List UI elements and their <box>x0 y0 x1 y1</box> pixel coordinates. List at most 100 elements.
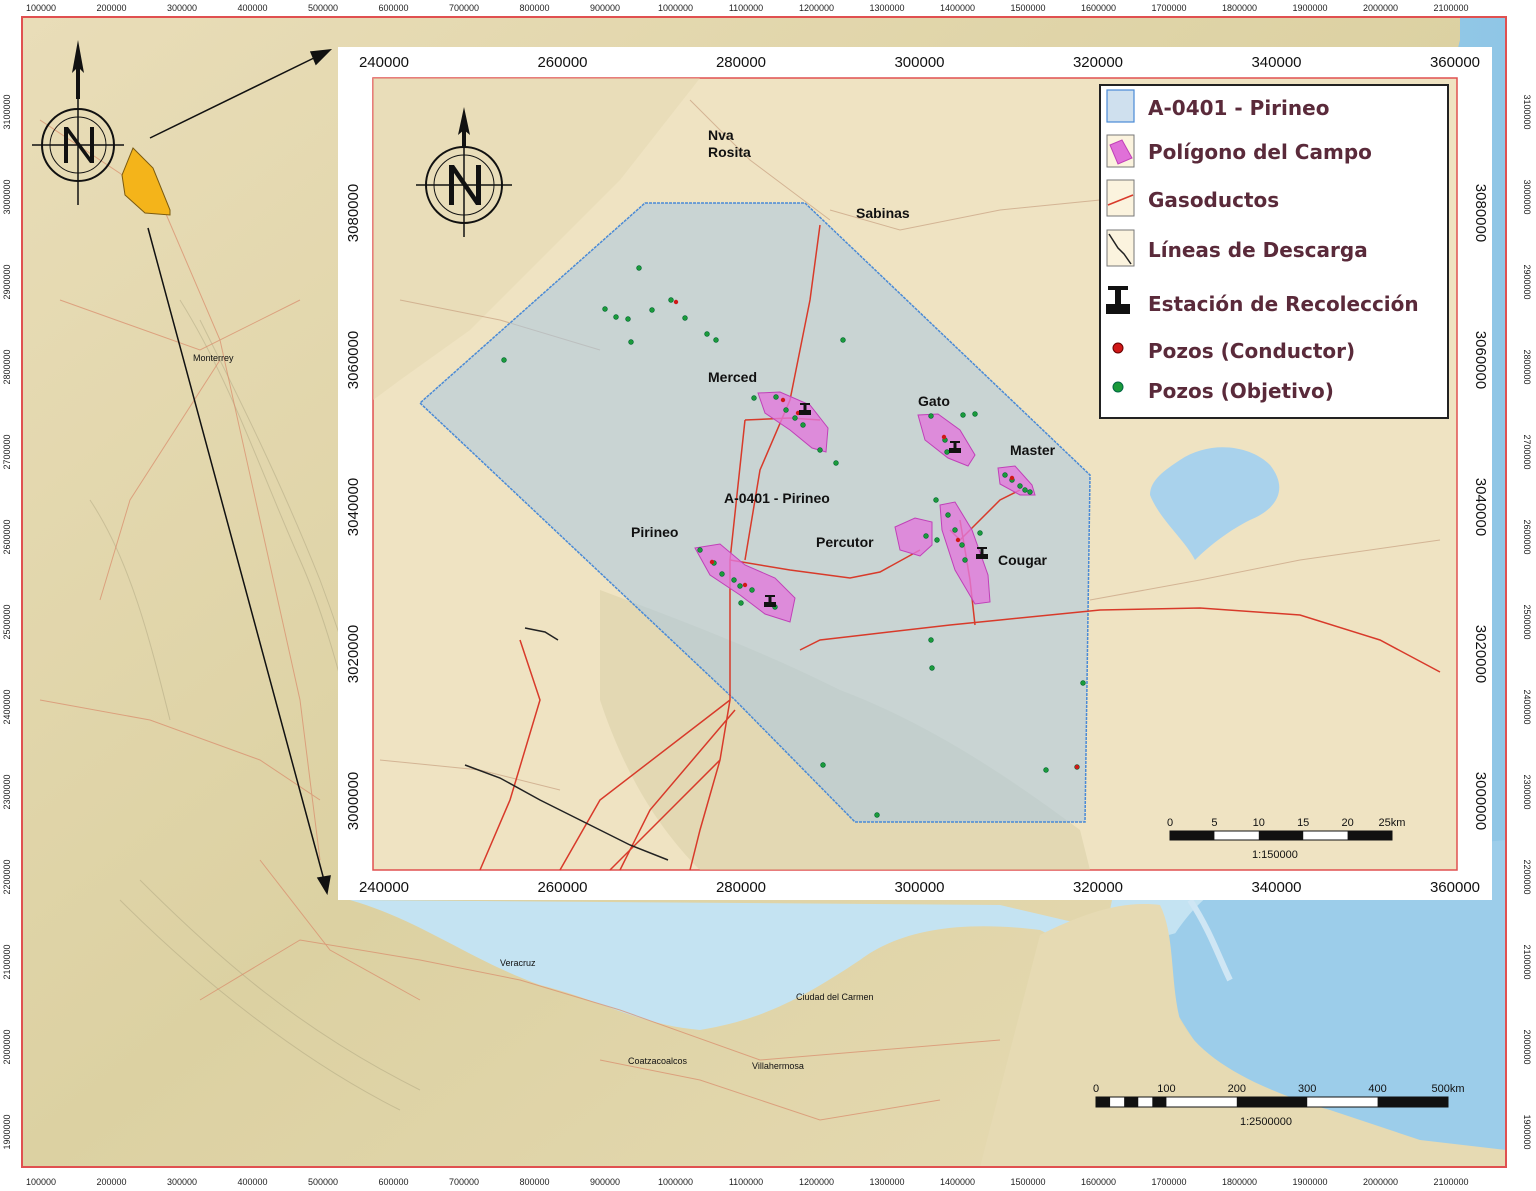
well-objective <box>959 542 965 548</box>
well-objective <box>944 449 950 455</box>
outer-x-tick: 2000000 <box>1363 1177 1398 1187</box>
inset-x-tick: 260000 <box>537 54 587 71</box>
red-dot-icon <box>1112 342 1124 354</box>
outer-y-tick: 3100000 <box>1522 94 1532 129</box>
inset-x-tick: 320000 <box>1073 54 1123 71</box>
inset-y-tick: 3040000 <box>1472 478 1489 536</box>
legend-label-wells-conductor: Pozos (Conductor) <box>1148 339 1355 363</box>
well-objective <box>977 530 983 536</box>
city-monterrey: Monterrey <box>193 353 234 363</box>
outer-y-tick: 2600000 <box>1522 519 1532 554</box>
inset-x-tick: 240000 <box>359 879 409 896</box>
outer-x-tick: 700000 <box>449 1177 479 1187</box>
well-objective <box>1027 489 1033 495</box>
outer-scale-ratio: 1:2500000 <box>1240 1116 1292 1128</box>
green-dot-icon <box>1112 381 1124 393</box>
outer-x-tick: 1800000 <box>1222 1177 1257 1187</box>
outer-x-tick: 900000 <box>590 3 620 13</box>
place-nva-rosita-line2: Rosita <box>708 144 751 160</box>
outer-x-tick: 1900000 <box>1292 1177 1327 1187</box>
well-objective <box>934 537 940 543</box>
label-field-gato: Gato <box>918 393 950 409</box>
outer-y-tick: 2100000 <box>1522 944 1532 979</box>
label-field-master: Master <box>1010 442 1056 458</box>
legend-label-wells-objective: Pozos (Objetivo) <box>1148 379 1334 403</box>
pink-polygon-icon <box>1106 134 1135 168</box>
outer-x-tick: 500000 <box>308 1177 338 1187</box>
well-objective <box>697 547 703 553</box>
outer-x-tick: 2100000 <box>1433 1177 1468 1187</box>
inset-map: Nva Rosita Sabinas A-0401 - Pirineo Merc… <box>338 47 1492 900</box>
well-conductor <box>941 434 947 440</box>
well-objective <box>820 762 826 768</box>
legend-label-block: A-0401 - Pirineo <box>1148 96 1329 120</box>
inset-y-tick: 3000000 <box>1472 772 1489 830</box>
place-nva-rosita-line1: Nva <box>708 127 734 143</box>
inset-y-tick: 3000000 <box>345 772 362 830</box>
outer-y-tick: 2800000 <box>1522 349 1532 384</box>
outer-x-tick: 1900000 <box>1292 3 1327 13</box>
well-objective <box>800 422 806 428</box>
legend-label-field-polygon: Polígono del Campo <box>1148 140 1372 164</box>
inset-scale-tick: 5 <box>1211 817 1217 829</box>
outer-x-tick: 400000 <box>237 3 267 13</box>
red-line-icon <box>1106 179 1135 217</box>
city-ciudad-del-carmen: Ciudad del Carmen <box>796 992 874 1002</box>
outer-scale-tick: 100 <box>1157 1083 1175 1095</box>
well-objective <box>737 583 743 589</box>
outer-y-tick: 2900000 <box>2 264 12 299</box>
outer-y-tick: 2700000 <box>2 434 12 469</box>
inset-x-tick: 320000 <box>1073 879 1123 896</box>
well-objective <box>773 394 779 400</box>
outer-y-tick: 2500000 <box>1522 604 1532 639</box>
outer-x-tick: 1400000 <box>940 1177 975 1187</box>
outer-y-tick: 1900000 <box>2 1114 12 1149</box>
well-objective <box>649 307 655 313</box>
inset-x-tick: 340000 <box>1251 54 1301 71</box>
outer-x-tick: 1700000 <box>1151 1177 1186 1187</box>
well-objective <box>952 527 958 533</box>
outer-y-tick: 1900000 <box>1522 1114 1532 1149</box>
outer-x-tick: 1100000 <box>729 3 763 13</box>
outer-x-tick: 2100000 <box>1433 3 1468 13</box>
inset-y-tick: 3060000 <box>1472 331 1489 389</box>
inset-x-tick: 300000 <box>894 54 944 71</box>
outer-scale-tick: 400 <box>1368 1083 1386 1095</box>
well-objective <box>731 577 737 583</box>
outer-y-tick: 2400000 <box>1522 689 1532 724</box>
city-villahermosa: Villahermosa <box>752 1061 804 1071</box>
label-field-cougar: Cougar <box>998 552 1048 568</box>
inset-y-tick: 3080000 <box>345 184 362 242</box>
inset-x-tick: 360000 <box>1430 879 1480 896</box>
outer-x-tick: 1000000 <box>658 3 693 13</box>
outer-y-tick: 2200000 <box>2 859 12 894</box>
outer-x-tick: 700000 <box>449 3 479 13</box>
well-objective <box>1080 680 1086 686</box>
well-objective <box>1002 472 1008 478</box>
outer-x-tick: 1300000 <box>869 1177 904 1187</box>
well-objective <box>751 395 757 401</box>
well-objective <box>636 265 642 271</box>
well-objective <box>933 497 939 503</box>
well-conductor <box>955 537 961 543</box>
outer-y-tick: 2400000 <box>2 689 12 724</box>
label-field-percutor: Percutor <box>816 534 874 550</box>
outer-x-tick: 1200000 <box>799 3 834 13</box>
well-objective <box>792 415 798 421</box>
outer-x-tick: 100000 <box>26 3 56 13</box>
outer-x-tick: 800000 <box>519 1177 549 1187</box>
legend-label-discharge-lines: Líneas de Descarga <box>1148 238 1368 262</box>
city-coatzacoalcos: Coatzacoalcos <box>628 1056 688 1066</box>
outer-scale-tick: 0 <box>1093 1083 1099 1095</box>
inset-scale-tick: 10 <box>1253 817 1265 829</box>
well-objective <box>1043 767 1049 773</box>
outer-x-tick: 1500000 <box>1010 3 1045 13</box>
outer-x-tick: 1000000 <box>658 1177 693 1187</box>
inset-x-tick: 280000 <box>716 54 766 71</box>
inset-y-tick: 3060000 <box>345 331 362 389</box>
inset-y-tick: 3040000 <box>345 478 362 536</box>
inset-x-tick: 280000 <box>716 879 766 896</box>
outer-x-tick: 300000 <box>167 1177 197 1187</box>
well-objective <box>928 413 934 419</box>
well-objective <box>840 337 846 343</box>
